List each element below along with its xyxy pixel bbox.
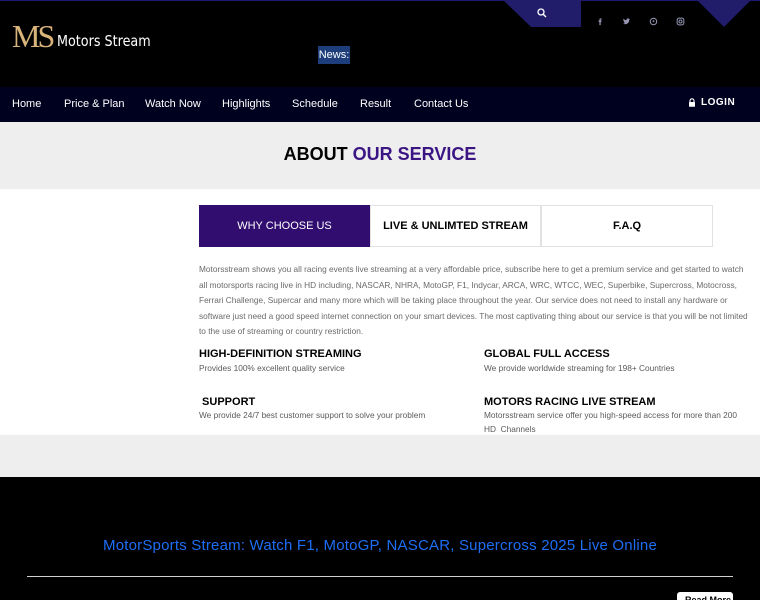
- feature-text-support: We provide 24/7 best customer support to…: [199, 410, 426, 420]
- about-title-accent: OUR SERVICE: [352, 144, 477, 164]
- instagram-icon[interactable]: [674, 15, 686, 27]
- feature-title-support: SUPPORT: [199, 396, 256, 408]
- logo-text: Motors Stream: [57, 32, 151, 50]
- feature-text-hd-streaming: Provides 100% excellent quality service: [199, 363, 345, 373]
- footer-divider: [27, 576, 733, 577]
- feature-title-global-access: GLOBAL FULL ACCESS: [484, 348, 610, 360]
- twitter-icon[interactable]: [620, 15, 632, 27]
- about-title: ABOUT OUR SERVICE: [0, 144, 760, 165]
- nav-schedule[interactable]: Schedule: [292, 98, 338, 110]
- feature-text-racing-live: Motorsstream service offer you high-spee…: [484, 410, 740, 434]
- feature-text-global-access: We provide worldwide streaming for 198+ …: [484, 363, 675, 373]
- nav-watch-now[interactable]: Watch Now: [145, 98, 201, 110]
- logo-mark: MS: [12, 18, 55, 54]
- site-logo[interactable]: MS Motors Stream: [12, 20, 167, 52]
- header-top-border: [0, 0, 760, 1]
- main-navbar: Home Price & Plan Watch Now Highlights S…: [0, 87, 760, 122]
- nav-home[interactable]: Home: [12, 98, 41, 110]
- nav-result[interactable]: Result: [360, 98, 391, 110]
- search-icon[interactable]: [536, 7, 548, 19]
- tab-live-unlimited-stream[interactable]: LIVE & UNLIMTED STREAM: [370, 205, 541, 247]
- tab-faq[interactable]: F.A.Q: [541, 205, 713, 247]
- facebook-icon[interactable]: [594, 15, 606, 27]
- feature-title-racing-live: MOTORS RACING LIVE STREAM: [484, 396, 656, 408]
- service-description: Motorsstream shows you all racing events…: [199, 264, 748, 336]
- login-button[interactable]: LOGIN: [688, 97, 735, 108]
- login-label: LOGIN: [701, 97, 736, 108]
- read-more-button[interactable]: Read More: [677, 592, 733, 600]
- feature-title-hd-streaming: HIGH-DEFINITION STREAMING: [199, 348, 362, 360]
- about-title-prefix: ABOUT: [283, 144, 348, 164]
- nav-highlights[interactable]: Highlights: [222, 98, 270, 110]
- footer-headline-link[interactable]: MotorSports Stream: Watch F1, MotoGP, NA…: [0, 537, 760, 554]
- lock-icon: [689, 98, 695, 107]
- pinterest-icon[interactable]: [647, 15, 659, 27]
- tab-why-choose-us[interactable]: WHY CHOOSE US: [199, 205, 370, 247]
- news-badge: News:: [318, 46, 350, 64]
- nav-contact-us[interactable]: Contact Us: [414, 98, 468, 110]
- nav-price-plan[interactable]: Price & Plan: [64, 98, 125, 110]
- section-divider-band: [0, 435, 760, 477]
- top-header: MS Motors Stream: [0, 0, 760, 87]
